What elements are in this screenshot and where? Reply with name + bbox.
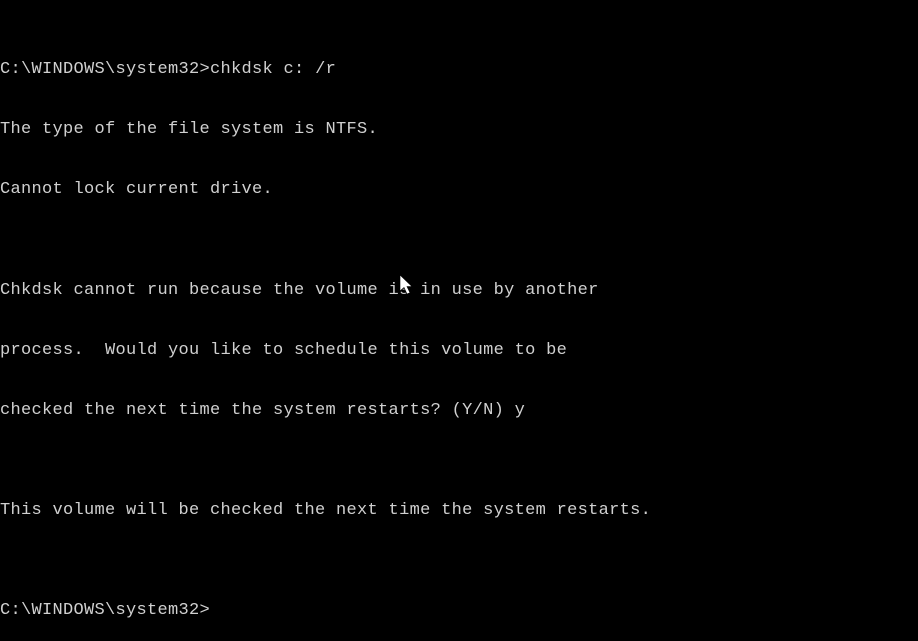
prompt: C:\WINDOWS\system32> [0, 60, 210, 79]
terminal-line: checked the next time the system restart… [0, 401, 918, 421]
prompt: C:\WINDOWS\system32> [0, 601, 210, 620]
terminal-line: C:\WINDOWS\system32>chkdsk c: /r [0, 60, 918, 80]
terminal-line: process. Would you like to schedule this… [0, 341, 918, 361]
terminal-output[interactable]: C:\WINDOWS\system32>chkdsk c: /r The typ… [0, 20, 918, 641]
terminal-line: This volume will be checked the next tim… [0, 501, 918, 521]
active-prompt-line[interactable]: C:\WINDOWS\system32> [0, 601, 918, 621]
terminal-line: Chkdsk cannot run because the volume is … [0, 281, 918, 301]
terminal-line: The type of the file system is NTFS. [0, 120, 918, 140]
terminal-line: Cannot lock current drive. [0, 180, 918, 200]
command-text: chkdsk c: /r [210, 60, 336, 79]
